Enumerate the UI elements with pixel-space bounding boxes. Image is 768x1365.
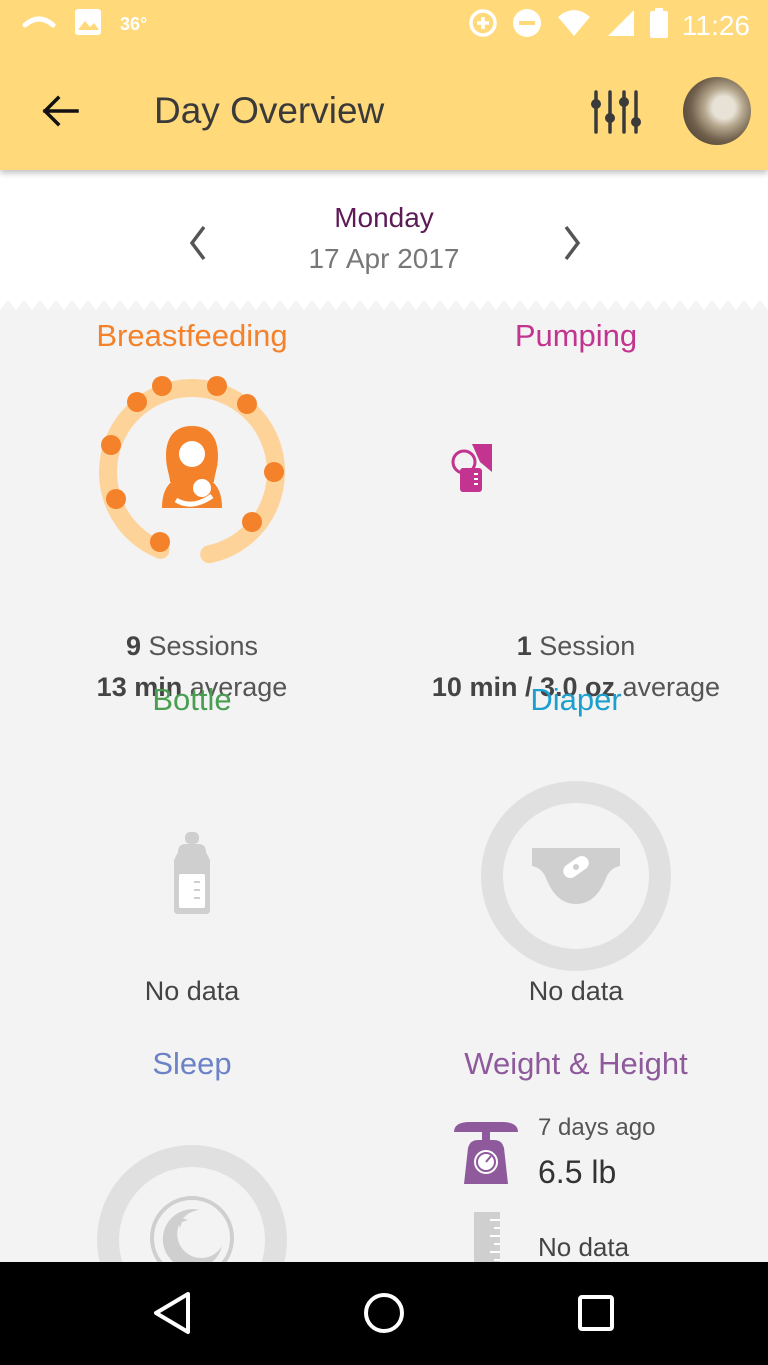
wifi-calling-icon [22, 11, 56, 38]
bottle-title: Bottle [152, 682, 232, 717]
pumping-sessions: 1 Session [516, 631, 636, 661]
nav-recents-button[interactable] [566, 1288, 626, 1342]
home-circle-icon [362, 1291, 406, 1340]
diaper-status: No data [528, 976, 624, 1006]
diaper-card[interactable]: Diaper No data [384, 682, 768, 1007]
pumping-title: Pumping [514, 318, 638, 353]
day-name: Monday [334, 202, 434, 233]
height-status: No data [538, 1232, 630, 1262]
back-triangle-icon [152, 1291, 192, 1340]
signal-icon [606, 8, 636, 43]
date-text: 17 Apr 2017 [308, 243, 460, 274]
sliders-icon [586, 90, 644, 146]
bottle-icon [170, 830, 214, 921]
data-saver-icon [468, 8, 498, 43]
battery-icon [650, 8, 668, 43]
page-title: Day Overview [154, 90, 385, 131]
zigzag-divider [0, 300, 768, 310]
diaper-title: Diaper [530, 682, 622, 717]
date-navigator: Monday 17 Apr 2017 [0, 170, 768, 310]
bottle-card[interactable]: Bottle No data [0, 682, 384, 1007]
status-bar: 36° 11:26 [0, 0, 768, 52]
filter-button[interactable] [586, 84, 644, 142]
avatar[interactable] [683, 77, 751, 145]
chevron-right-icon [544, 225, 600, 275]
nav-home-button[interactable] [354, 1288, 414, 1342]
sleep-title: Sleep [152, 1046, 232, 1081]
arrow-left-icon [41, 95, 79, 132]
weight-height-title: Weight & Height [464, 1046, 688, 1081]
clock-text: 11:26 [682, 9, 750, 41]
bottle-status: No data [144, 976, 240, 1006]
next-day-button[interactable] [544, 215, 600, 271]
recents-square-icon [576, 1293, 616, 1338]
breastfeeding-sessions: 9 Sessions [125, 631, 259, 661]
system-nav-bar [0, 1262, 768, 1365]
scale-icon [450, 1118, 522, 1193]
wifi-icon [556, 9, 592, 42]
app-bar: 36° 11:26 Day Overview [0, 0, 768, 170]
pumping-card[interactable]: Pumping 1 Session 10 min / 3.0 oz averag… [384, 318, 768, 708]
do-not-disturb-icon [512, 8, 542, 43]
weight-value: 6.5 lb [538, 1154, 617, 1190]
breastfeeding-card[interactable]: Breastfeeding 9 Sessions 13 min average [0, 318, 384, 708]
breast-pump-icon [450, 442, 494, 499]
toolbar: Day Overview [0, 60, 768, 164]
nav-back-button[interactable] [142, 1288, 202, 1342]
mother-baby-icon [158, 424, 226, 515]
breastfeeding-title: Breastfeeding [96, 318, 288, 353]
diaper-icon [530, 844, 622, 913]
weight-height-card[interactable]: Weight & Height 7 days ago 6.5 lb No dat… [384, 1046, 768, 1272]
image-icon [74, 8, 102, 41]
temperature-text: 36° [120, 14, 148, 34]
weight-last-recorded: 7 days ago [538, 1114, 656, 1141]
back-button[interactable] [30, 88, 90, 138]
